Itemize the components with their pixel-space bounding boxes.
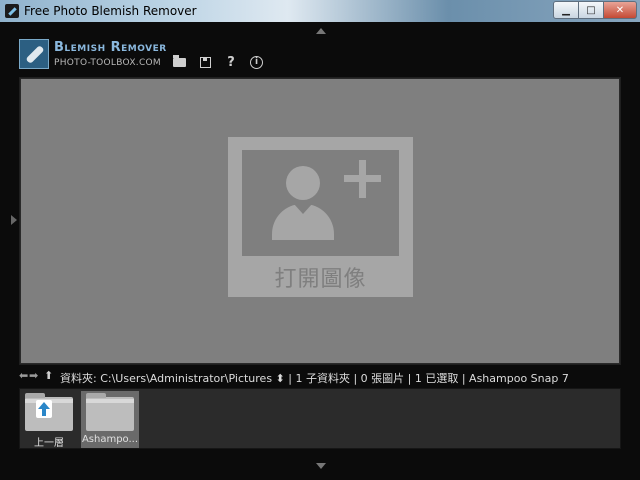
- up-arrow-icon[interactable]: ⬆: [44, 369, 53, 382]
- info-icon: i: [250, 56, 263, 69]
- back-arrow-icon[interactable]: ⬅: [19, 369, 28, 382]
- minimize-button[interactable]: ▁: [553, 1, 579, 19]
- collapse-bottom-icon[interactable]: [316, 463, 326, 469]
- brand-site: PHOTO-TOOLBOX.COM: [54, 58, 161, 68]
- folder-open-icon: [173, 55, 186, 67]
- browser-item-folder[interactable]: Ashampo...: [81, 391, 139, 448]
- open-image-placeholder[interactable]: 打開圖像: [228, 137, 413, 297]
- forward-arrow-icon[interactable]: ➡: [29, 369, 38, 382]
- file-browser: 上一層 Ashampo...: [19, 388, 621, 449]
- save-button[interactable]: [198, 55, 214, 71]
- browser-item-parent[interactable]: 上一層: [20, 391, 78, 449]
- path-bar: ⬅ ➡ ⬆ 資料夾: C:\Users\Administrator\Pictur…: [19, 369, 619, 385]
- close-button[interactable]: ✕: [603, 1, 637, 19]
- logo-icon: [19, 39, 49, 69]
- maximize-button[interactable]: □: [578, 1, 604, 19]
- plus-icon-horizontal: [344, 175, 381, 182]
- collapse-left-icon[interactable]: [11, 215, 17, 225]
- info-button[interactable]: i: [249, 55, 265, 71]
- browser-item-label: 上一層: [34, 438, 64, 449]
- folder-up-icon: [36, 400, 52, 418]
- folder-icon: [86, 393, 134, 431]
- person-head-shape: [286, 166, 320, 200]
- help-button[interactable]: ?: [223, 55, 239, 71]
- brand-name: Blemish Remover: [54, 40, 167, 55]
- app-client-area: Blemish Remover PHOTO-TOOLBOX.COM ? i 打開…: [0, 22, 640, 480]
- app-icon: [5, 4, 19, 18]
- open-image-label: 打開圖像: [274, 267, 367, 292]
- title-bar: Free Photo Blemish Remover ▁ □ ✕: [0, 0, 640, 22]
- open-folder-button[interactable]: [172, 55, 188, 71]
- window-title: Free Photo Blemish Remover: [24, 4, 197, 18]
- save-icon: [200, 57, 211, 68]
- browser-item-label: Ashampo...: [81, 434, 139, 445]
- add-person-icon: [242, 150, 399, 256]
- folder-path-text[interactable]: 資料夾: C:\Users\Administrator\Pictures ⬍ |…: [60, 370, 569, 386]
- collapse-top-icon[interactable]: [316, 28, 326, 34]
